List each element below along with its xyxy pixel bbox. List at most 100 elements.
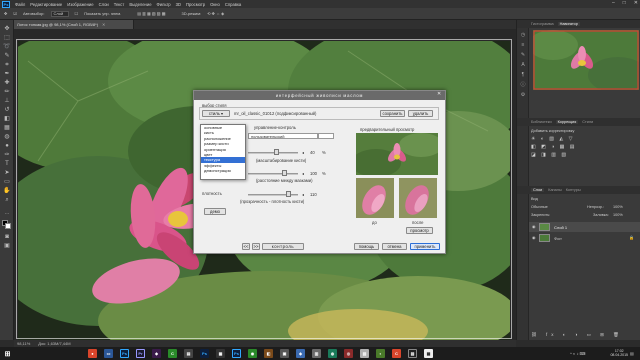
stroke-spacing-value[interactable]: 100: [310, 171, 317, 176]
app-icon[interactable]: ▥: [312, 349, 321, 358]
brush-tool-icon[interactable]: ✏: [3, 89, 11, 96]
tray-icons[interactable]: ^ ◐ ♪ ⌨: [570, 351, 585, 356]
notifications-icon[interactable]: ▤: [630, 351, 634, 356]
app-icon[interactable]: ◈: [296, 349, 305, 358]
menu-file[interactable]: Файл: [15, 2, 25, 7]
style-select-button[interactable]: стиль ▾: [202, 110, 230, 117]
eye-icon[interactable]: ◉: [532, 235, 536, 240]
app-icon[interactable]: ◎: [344, 349, 353, 358]
app-icon[interactable]: ◐: [376, 349, 385, 358]
quick-mask-icon[interactable]: ◙: [3, 234, 11, 241]
move-tool-icon[interactable]: ✥: [4, 11, 7, 16]
dropdown-option[interactable]: демонстрация: [201, 168, 245, 173]
layer-row[interactable]: ◉ Фон 🔒: [529, 233, 640, 243]
app-icon[interactable]: ▩: [424, 349, 433, 358]
file-explorer-icon[interactable]: ▭: [104, 349, 113, 358]
control-button[interactable]: контроль: [262, 243, 304, 250]
after-effects-icon[interactable]: ◆: [152, 349, 161, 358]
brush-settings-icon[interactable]: ✎: [520, 52, 526, 58]
zoom-level[interactable]: 98,11%: [17, 341, 30, 346]
nav-next-button[interactable]: >>: [252, 243, 260, 250]
marquee-tool-icon[interactable]: ⬚: [3, 35, 11, 42]
info-icon[interactable]: ⓘ: [520, 82, 526, 88]
camtasia-icon[interactable]: C: [168, 349, 177, 358]
apply-button[interactable]: применить: [410, 243, 440, 250]
autoselect-checkbox[interactable]: ☑: [13, 11, 17, 16]
menu-edit[interactable]: Редактирование: [30, 2, 62, 7]
help-button[interactable]: помощь: [354, 243, 379, 250]
healing-tool-icon[interactable]: ✚: [3, 80, 11, 87]
menu-layers[interactable]: Слои: [99, 2, 109, 7]
quick-select-tool-icon[interactable]: ✎: [3, 53, 11, 60]
app-icon[interactable]: ▨: [408, 349, 417, 358]
brush-scale-arrow-icon[interactable]: ◂: [302, 150, 304, 155]
stroke-spacing-knob[interactable]: [282, 170, 287, 176]
eraser-tool-icon[interactable]: ◧: [3, 116, 11, 123]
dialog-close-icon[interactable]: ✕: [437, 91, 442, 97]
shape-tool-icon[interactable]: ▭: [3, 179, 11, 186]
move-tool-icon[interactable]: ✥: [3, 26, 11, 33]
tab-layers[interactable]: Слои: [531, 188, 545, 192]
close-icon[interactable]: ✕: [634, 0, 638, 6]
history-icon[interactable]: ◷: [520, 32, 526, 38]
nav-prev-button[interactable]: <<: [242, 243, 250, 250]
eye-icon[interactable]: ◉: [532, 224, 536, 229]
path-select-tool-icon[interactable]: ➤: [3, 170, 11, 177]
crop-tool-icon[interactable]: ⌗: [3, 62, 11, 69]
save-style-button[interactable]: сохранить: [380, 110, 405, 117]
opacity-value[interactable]: 100%: [613, 205, 623, 209]
menu-view[interactable]: Просмотр: [186, 2, 205, 7]
screen-mode-icon[interactable]: ▣: [3, 243, 11, 250]
photoshop-alt-icon[interactable]: Ps: [200, 349, 209, 358]
gradient-tool-icon[interactable]: ▦: [3, 125, 11, 132]
layer-actions-bar[interactable]: ⛓ fx ◐ ◑ ▭ ⊞ 🗑: [531, 332, 623, 338]
app-icon[interactable]: C: [392, 349, 401, 358]
show-transform-checkbox[interactable]: ☐: [75, 11, 79, 16]
tab-paths[interactable]: Контуры: [566, 188, 581, 192]
tab-libraries[interactable]: Библиотеки: [531, 120, 552, 124]
fill-value[interactable]: 100%: [613, 213, 623, 217]
cancel-button[interactable]: отмена: [382, 243, 407, 250]
photoshop-taskbar-icon[interactable]: Ps: [120, 349, 129, 358]
hand-tool-icon[interactable]: ✋: [3, 188, 11, 195]
stamp-tool-icon[interactable]: ⊥: [3, 98, 11, 105]
close-tab-icon[interactable]: ✕: [102, 22, 105, 27]
photoshop-active-icon[interactable]: Ps: [232, 349, 241, 358]
blend-mode-select[interactable]: Обычные: [531, 205, 548, 209]
more-tools-icon[interactable]: …: [3, 210, 11, 217]
app-icon[interactable]: ▦: [216, 349, 225, 358]
tab-navigator[interactable]: Навигатор: [557, 22, 580, 26]
tool-presets-icon[interactable]: ⚙: [520, 92, 526, 98]
premiere-icon[interactable]: Pr: [136, 349, 145, 358]
adjustment-icons-row1[interactable]: ☀ ◐ ▨ ◭ ▽: [531, 136, 574, 142]
preset-extra-field[interactable]: [318, 133, 334, 139]
document-tab[interactable]: Лотос тонкая.jpg @ 98,1% (Слой 1, RGB/8*…: [14, 20, 134, 29]
app-icon[interactable]: ◍: [328, 349, 337, 358]
layer-row-active[interactable]: ◉ Слой 1: [529, 222, 640, 232]
tab-channels[interactable]: Каналы: [548, 188, 561, 192]
type-tool-icon[interactable]: T: [3, 161, 11, 168]
minimize-icon[interactable]: –: [612, 0, 615, 6]
autoselect-target-select[interactable]: Слой: [50, 10, 69, 17]
app-icon[interactable]: ▧: [360, 349, 369, 358]
start-icon[interactable]: ⊞: [3, 349, 12, 358]
paragraph-icon[interactable]: ¶: [520, 72, 526, 78]
app-icon[interactable]: ◉: [248, 349, 257, 358]
menu-type[interactable]: Текст: [114, 2, 125, 7]
lasso-tool-icon[interactable]: ➰: [3, 44, 11, 51]
delete-style-button[interactable]: удалить: [408, 110, 433, 117]
brush-scale-knob[interactable]: [274, 149, 279, 155]
tab-histogram[interactable]: Гистограмма: [531, 22, 554, 26]
brush-scale-value[interactable]: 40: [310, 150, 315, 155]
app-icon[interactable]: ▣: [280, 349, 289, 358]
tab-adjustments[interactable]: Коррекция: [555, 120, 579, 124]
pen-tool-icon[interactable]: ✑: [3, 152, 11, 159]
zoom-tool-icon[interactable]: ⌕: [3, 197, 11, 204]
maximize-icon[interactable]: □: [623, 0, 626, 6]
app-icon[interactable]: ▤: [184, 349, 193, 358]
adjustment-icons-row2[interactable]: ◧ ◩ ◑ ▦ ▤: [531, 144, 576, 150]
menu-filter[interactable]: Фильтр: [157, 2, 171, 7]
chrome-icon[interactable]: ●: [88, 349, 97, 358]
density-value[interactable]: 110: [310, 192, 317, 197]
brush-scale-slider[interactable]: [248, 152, 298, 154]
